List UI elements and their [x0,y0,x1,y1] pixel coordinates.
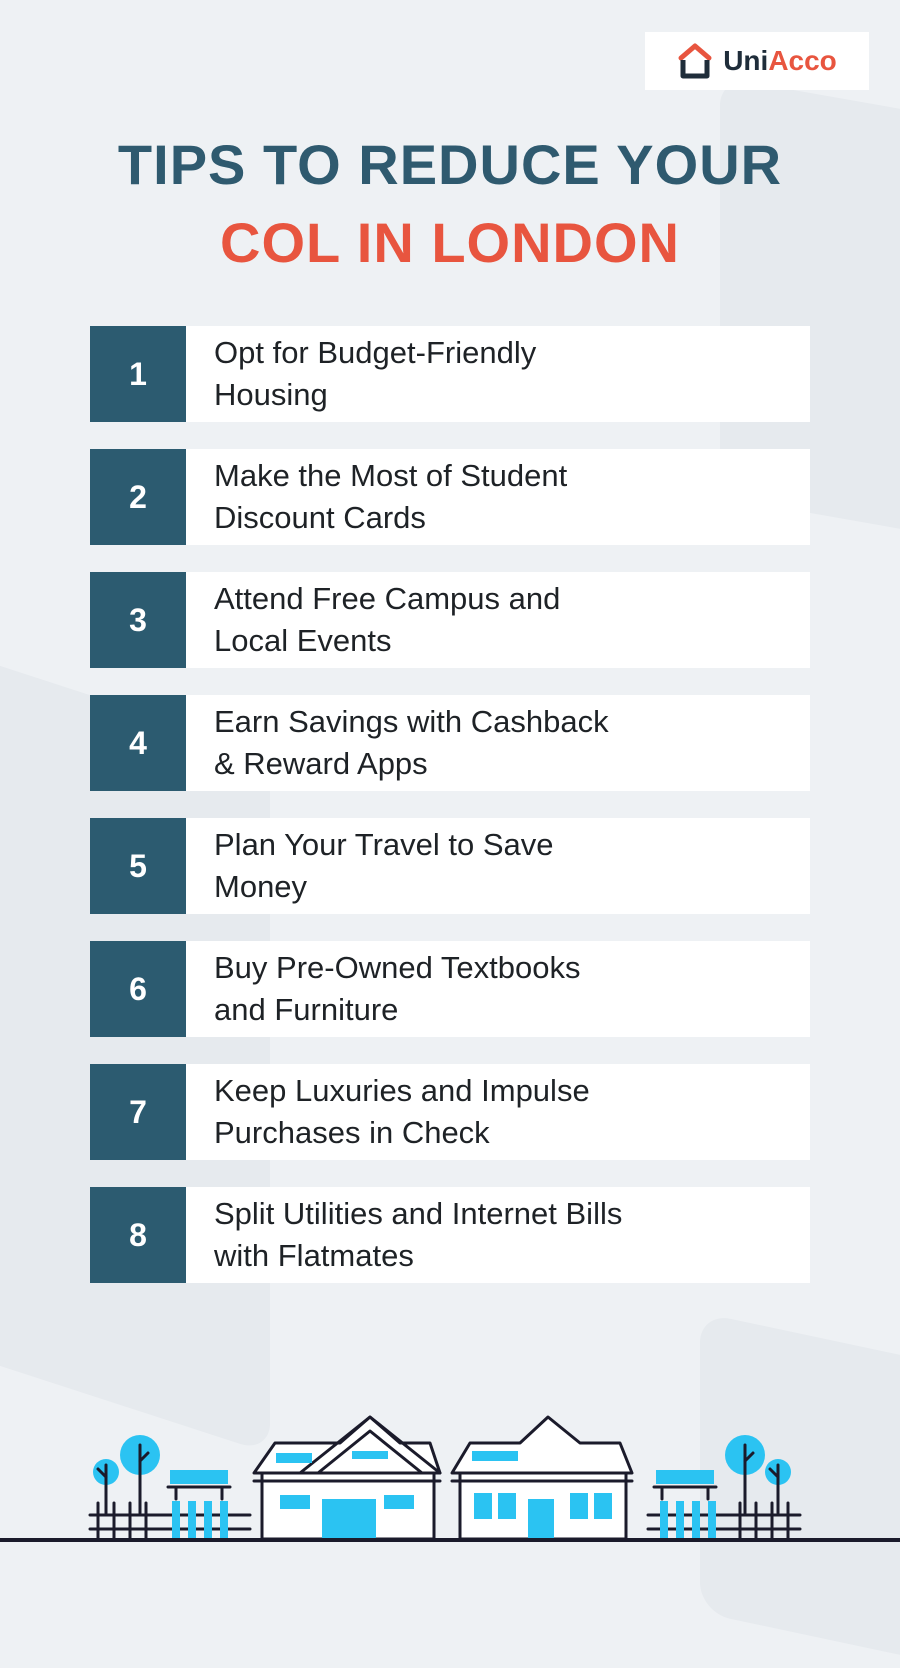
tip-text: Plan Your Travel to Save Money [186,818,810,914]
tip-number: 5 [90,818,186,914]
tip-number: 8 [90,1187,186,1283]
tip-text: Make the Most of Student Discount Cards [186,449,810,545]
brand-name-part1: Uni [723,45,769,76]
page-title-line1: TIPS TO REDUCE YOUR [117,133,783,196]
tip-number: 6 [90,941,186,1037]
tip-text: Opt for Budget-Friendly Housing [186,326,810,422]
brand-logo: UniAcco [645,32,869,90]
tip-item: 3 Attend Free Campus and Local Events [90,572,810,668]
tip-number: 1 [90,326,186,422]
tip-item: 5 Plan Your Travel to Save Money [90,818,810,914]
tips-list: 1 Opt for Budget-Friendly Housing 2 Make… [90,326,810,1310]
tip-item: 8 Split Utilities and Internet Bills wit… [90,1187,810,1283]
house-logo-icon [678,43,712,79]
tip-item: 6 Buy Pre-Owned Textbooks and Furniture [90,941,810,1037]
tip-text: Buy Pre-Owned Textbooks and Furniture [186,941,810,1037]
brand-name: UniAcco [723,45,837,77]
tip-text: Attend Free Campus and Local Events [186,572,810,668]
tip-text: Earn Savings with Cashback & Reward Apps [186,695,810,791]
tip-text: Keep Luxuries and Impulse Purchases in C… [186,1064,810,1160]
page-title-line2: COL IN LONDON [220,211,680,274]
tip-number: 3 [90,572,186,668]
tip-number: 2 [90,449,186,545]
tip-number: 4 [90,695,186,791]
tip-item: 7 Keep Luxuries and Impulse Purchases in… [90,1064,810,1160]
houses-street-illustration [0,1415,900,1542]
tip-item: 1 Opt for Budget-Friendly Housing [90,326,810,422]
tip-item: 4 Earn Savings with Cashback & Reward Ap… [90,695,810,791]
tip-item: 2 Make the Most of Student Discount Card… [90,449,810,545]
tip-text: Split Utilities and Internet Bills with … [186,1187,810,1283]
brand-name-part2: Acco [768,45,837,76]
tip-number: 7 [90,1064,186,1160]
